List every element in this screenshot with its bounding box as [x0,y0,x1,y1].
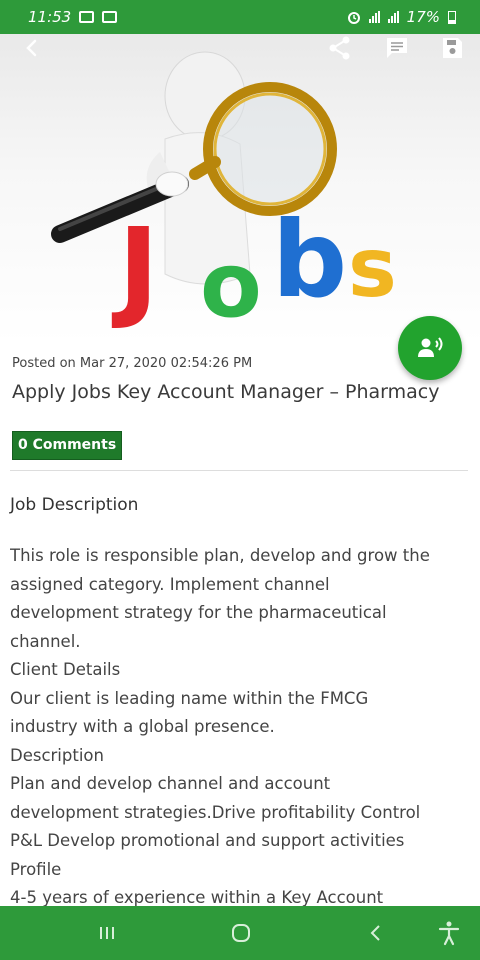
data-signal-icon [387,11,399,23]
description-line: Our client is leading name within the FM… [10,688,369,708]
description-line: Description [10,745,104,765]
status-left: 11:53 [28,8,118,26]
home-icon[interactable] [227,919,255,947]
share-icon[interactable] [326,34,354,62]
accessibility-icon[interactable] [435,919,463,947]
description-line: Profile [10,859,62,879]
section-title: Job Description [10,495,139,515]
hero-image: J o b s [0,34,480,344]
divider [10,470,468,471]
speaker-icon [418,337,443,357]
image-icon [79,11,95,23]
status-right: 17% [347,8,456,26]
status-bar: 11:53 17% [0,0,480,34]
jobs-illustration: J o b s [51,51,397,338]
description-line: industry with a global presence. [10,717,275,736]
description-line: P&L Develop promotional and support acti… [10,831,405,850]
posted-date: Posted on Mar 27, 2020 02:54:26 PM [12,356,253,371]
cast-icon [102,11,118,23]
battery-text: 17% [406,8,440,26]
comment-icon[interactable] [383,34,411,62]
job-description-body: This role is responsible plan, develop a… [10,542,475,906]
description-line: Plan and develop channel and account [10,774,331,793]
recent-apps-icon[interactable] [93,919,121,947]
svg-text:s: s [348,221,397,316]
system-nav-bar [0,906,480,960]
signal-icon [368,11,380,23]
svg-text:J: J [111,204,159,332]
description-line: assigned category. Implement channel [10,574,330,594]
svg-text:o: o [200,233,262,338]
save-icon[interactable] [438,34,466,62]
svg-text:b: b [272,199,347,321]
back-nav-icon[interactable] [362,919,390,947]
description-line: 4-5 years of experience within a Key Acc… [10,888,384,906]
description-line: development strategy for the pharmaceuti… [10,603,387,622]
description-line: This role is responsible plan, develop a… [10,546,430,565]
battery-icon [448,10,456,24]
back-icon[interactable] [18,34,46,62]
description-line: development strategies.Drive profitabili… [10,802,421,822]
description-line: channel. [10,631,81,651]
status-time: 11:53 [28,8,72,26]
comments-button[interactable]: 0 Comments [12,431,123,460]
post-title: Apply Jobs Key Account Manager – Pharmac… [12,381,440,403]
alarm-icon [347,12,360,24]
description-line: Client Details [10,660,121,679]
speaker-fab[interactable] [398,316,462,380]
